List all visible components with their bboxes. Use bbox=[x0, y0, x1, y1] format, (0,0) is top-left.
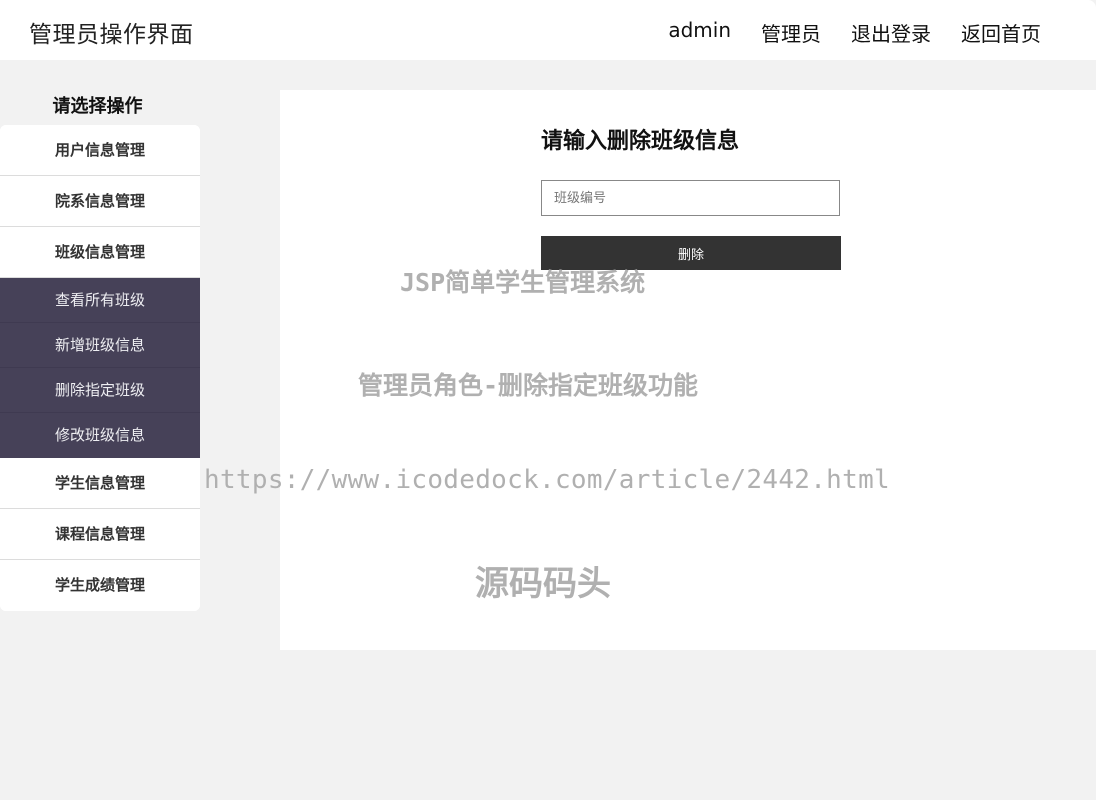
sidebar-item-department-management[interactable]: 院系信息管理 bbox=[0, 176, 200, 227]
sidebar: 用户信息管理 院系信息管理 班级信息管理 查看所有班级 新增班级信息 删除指定班… bbox=[0, 125, 200, 611]
delete-button[interactable]: 删除 bbox=[541, 236, 841, 270]
class-submenu: 查看所有班级 新增班级信息 删除指定班级 修改班级信息 bbox=[0, 278, 200, 458]
nav-username-link[interactable]: admin bbox=[668, 18, 731, 47]
top-header: 管理员操作界面 admin 管理员 退出登录 返回首页 bbox=[0, 0, 1096, 60]
main-content: 请输入删除班级信息 删除 bbox=[280, 90, 1096, 650]
submenu-item-view-all-classes[interactable]: 查看所有班级 bbox=[0, 278, 200, 323]
sidebar-item-class-management[interactable]: 班级信息管理 bbox=[0, 227, 200, 278]
sidebar-item-user-management[interactable]: 用户信息管理 bbox=[0, 125, 200, 176]
nav-role-link[interactable]: 管理员 bbox=[761, 18, 821, 47]
submenu-item-add-class[interactable]: 新增班级信息 bbox=[0, 323, 200, 368]
submenu-item-delete-class[interactable]: 删除指定班级 bbox=[0, 368, 200, 413]
sidebar-item-grade-management[interactable]: 学生成绩管理 bbox=[0, 560, 200, 611]
top-nav: admin 管理员 退出登录 返回首页 bbox=[668, 18, 1041, 47]
nav-logout-link[interactable]: 退出登录 bbox=[851, 18, 931, 47]
class-id-input[interactable] bbox=[541, 180, 840, 216]
sidebar-heading: 请选择操作 bbox=[52, 96, 143, 117]
sidebar-item-student-management[interactable]: 学生信息管理 bbox=[0, 458, 200, 509]
nav-home-link[interactable]: 返回首页 bbox=[961, 18, 1041, 47]
sidebar-item-course-management[interactable]: 课程信息管理 bbox=[0, 509, 200, 560]
form-title: 请输入删除班级信息 bbox=[541, 129, 740, 154]
app-title: 管理员操作界面 bbox=[29, 22, 194, 48]
submenu-item-edit-class[interactable]: 修改班级信息 bbox=[0, 413, 200, 458]
